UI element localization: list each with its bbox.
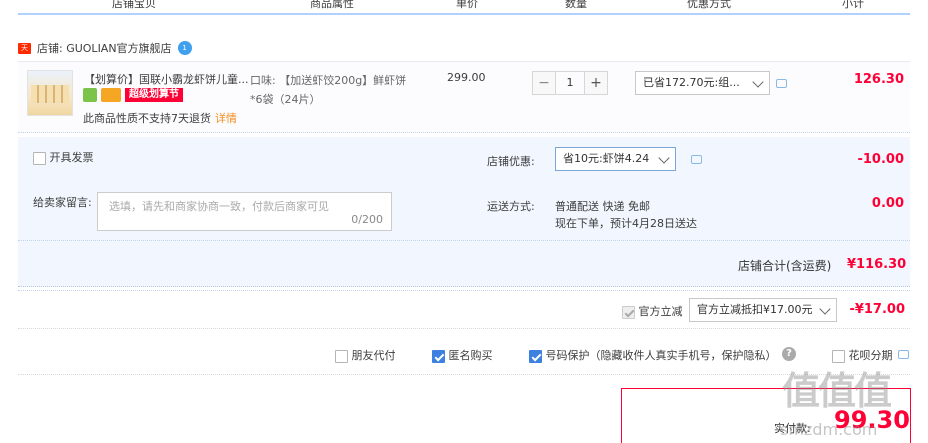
shop-header: 天猫 店铺: GUOLIAN官方旗舰店 1 [18, 40, 192, 63]
shipping-label: 运送方式: [487, 200, 535, 213]
table-header: 店铺宝贝 商品属性 单价 数量 优惠方式 小计 [18, 0, 910, 15]
shop-name[interactable]: 店铺: GUOLIAN官方旗舰店 [37, 40, 172, 56]
number-protect-checkbox[interactable] [529, 349, 542, 363]
chat-icon[interactable] [776, 79, 787, 88]
no-return-text: 此商品性质不支持7天退货 [83, 112, 211, 125]
chat-badge-icon[interactable]: 1 [177, 41, 192, 55]
shop-total-value: ¥116.30 [847, 257, 907, 272]
sku-line-2: *6袋（24片） [250, 93, 321, 106]
watermark-site: smzdm.com [780, 420, 878, 439]
official-discount-option: 官方立减 [622, 303, 683, 319]
qty-input[interactable]: 1 [556, 71, 584, 95]
anonymous-checkbox[interactable] [432, 349, 445, 363]
header-price: 单价 [456, 0, 478, 10]
qty-minus-button[interactable]: − [532, 71, 556, 95]
header-qty: 数量 [565, 0, 587, 10]
details-link[interactable]: 详情 [215, 112, 237, 125]
number-protect-option[interactable]: 号码保护（隐藏收件人真实手机号，保护隐私） [529, 347, 777, 363]
shipping-amount: 0.00 [871, 196, 904, 211]
header-attr: 商品属性 [310, 0, 354, 10]
official-discount-amount: -¥17.00 [849, 302, 905, 317]
card-icon [101, 88, 121, 102]
shop-total-label: 店铺合计(含运费) [738, 259, 832, 273]
number-protect-label: 号码保护（隐藏收件人真实手机号，保护隐私） [545, 349, 777, 362]
sku-attributes: 口味: 【加送虾饺200g】鲜虾饼 *6袋（24片） [250, 71, 420, 109]
chevron-down-icon [658, 152, 670, 164]
anonymous-label: 匿名购买 [448, 349, 493, 362]
item-discount-select[interactable]: 已省172.70元:组... [635, 71, 770, 95]
message-label: 给卖家留言: [33, 196, 92, 209]
chevron-down-icon [752, 76, 764, 88]
help-icon[interactable]: ? [782, 347, 796, 361]
product-badges: 超级划算节 [83, 88, 183, 102]
item-subtotal: 126.30 [853, 72, 904, 87]
message-textarea[interactable]: 选填，请先和商家协商一致，付款后商家可见 0/200 [97, 192, 392, 231]
official-discount-select[interactable]: 官方立减抵扣¥17.00元 [689, 298, 837, 322]
shipping-method: 普通配送 快递 免邮 [555, 200, 650, 213]
header-subtotal: 小计 [842, 0, 864, 10]
friend-pay-option[interactable]: 朋友代付 [335, 347, 396, 363]
anonymous-option[interactable]: 匿名购买 [432, 347, 493, 363]
tmall-icon: 天猫 [18, 42, 31, 63]
divider [18, 290, 910, 291]
invoice-option[interactable]: 开具发票 [33, 149, 94, 165]
friend-pay-label: 朋友代付 [351, 349, 396, 362]
qty-plus-button[interactable]: + [584, 71, 608, 95]
promo-badge: 超级划算节 [125, 88, 183, 102]
divider [18, 328, 910, 329]
shop-discount-value: 省10元:虾饼4.24 [563, 152, 650, 165]
message-placeholder: 选填，请先和商家协商一致，付款后商家可见 [109, 200, 329, 213]
header-shop: 店铺宝贝 [112, 0, 156, 10]
shipping-info: 普通配送 快递 免邮 现在下单，预计4月28日送达 [555, 198, 697, 232]
unit-price: 299.00 [447, 71, 486, 84]
shop-discount-label: 店铺优惠: [487, 155, 535, 168]
chat-icon[interactable] [691, 155, 702, 164]
divider [18, 374, 910, 375]
official-discount-value: 官方立减抵扣¥17.00元 [697, 303, 813, 316]
product-title[interactable]: 【划算价】国联小霸龙虾饼儿童... [84, 71, 249, 87]
divider [18, 240, 910, 241]
product-thumbnail[interactable] [27, 70, 73, 116]
shop-discount-select[interactable]: 省10元:虾饼4.24 [555, 147, 676, 171]
invoice-label: 开具发票 [49, 151, 94, 164]
no-return-note: 此商品性质不支持7天退货 详情 [83, 110, 237, 126]
shipping-eta: 现在下单，预计4月28日送达 [555, 217, 697, 230]
header-discount: 优惠方式 [687, 0, 731, 10]
shop-discount-amount: -10.00 [857, 152, 904, 167]
item-discount-value: 已省172.70元:组... [643, 76, 740, 89]
invoice-checkbox[interactable] [33, 151, 46, 165]
sku-line-1: 口味: 【加送虾饺200g】鲜虾饼 [250, 74, 407, 87]
official-discount-label: 官方立减 [638, 305, 683, 318]
official-discount-checkbox [622, 305, 635, 319]
service-icon [83, 88, 97, 102]
message-counter: 0/200 [351, 213, 383, 226]
quantity-stepper: − 1 + [532, 71, 608, 95]
chat-icon[interactable] [898, 350, 909, 359]
friend-pay-checkbox[interactable] [335, 349, 348, 363]
